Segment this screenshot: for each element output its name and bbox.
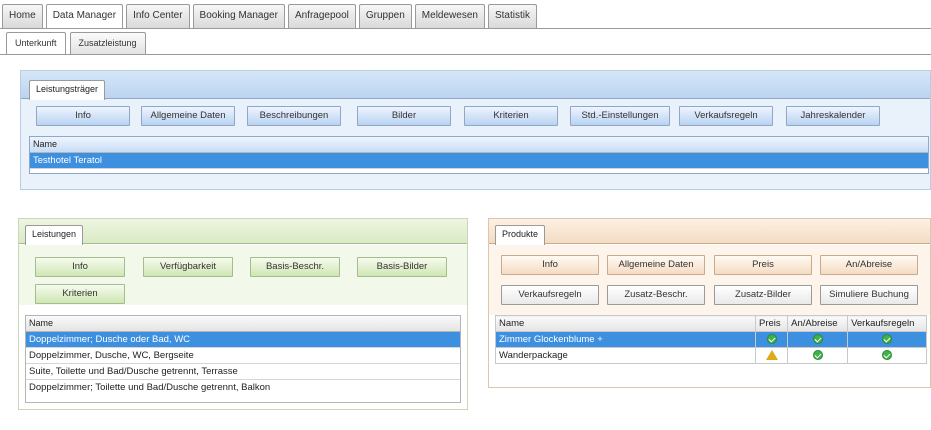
basis-beschr-button[interactable]: Basis-Beschr. <box>250 257 340 277</box>
leistungstraeger-tab[interactable]: Leistungsträger <box>29 80 106 100</box>
preis-button[interactable]: Preis <box>714 255 812 275</box>
tab-data-manager[interactable]: Data Manager <box>45 4 124 28</box>
zusatz-bilder-button[interactable]: Zusatz-Bilder <box>714 285 812 305</box>
info-button[interactable]: Info <box>36 106 130 126</box>
tab-info-center[interactable]: Info Center <box>126 4 190 28</box>
jahreskalender-button[interactable]: Jahreskalender <box>786 106 880 126</box>
leistungstraeger-list: Name Testhotel Teratol <box>29 136 929 174</box>
verkaufsregeln-button[interactable]: Verkaufsregeln <box>679 106 773 126</box>
leistungstraeger-panel: Leistungsträger Info Allgemeine Daten Be… <box>20 70 931 190</box>
produkte-table: Name Preis An/Abreise Verkaufsregeln Zim… <box>495 315 927 364</box>
info-button[interactable]: Info <box>501 255 599 275</box>
allgemeine-daten-button[interactable]: Allgemeine Daten <box>141 106 235 126</box>
status-cell <box>754 347 789 364</box>
basis-bilder-button[interactable]: Basis-Bilder <box>357 257 447 277</box>
sub-tab-bar: Unterkunft Zusatzleistung <box>6 32 146 54</box>
list-item[interactable]: Doppelzimmer, Dusche, WC, Bergseite <box>26 348 460 364</box>
leistungen-list: Name Doppelzimmer; Dusche oder Bad, WC D… <box>25 315 461 403</box>
tab-meldewesen[interactable]: Meldewesen <box>414 4 485 28</box>
status-cell <box>754 331 789 348</box>
kriterien-button[interactable]: Kriterien <box>35 284 125 304</box>
verkaufsregeln-button[interactable]: Verkaufsregeln <box>501 285 599 305</box>
tab-gruppen[interactable]: Gruppen <box>358 4 412 28</box>
an-abreise-button[interactable]: An/Abreise <box>820 255 918 275</box>
main-tab-bar: Home Data Manager Info Center Booking Ma… <box>2 4 537 28</box>
divider <box>0 54 931 55</box>
check-icon <box>882 334 893 345</box>
warning-icon <box>765 350 778 361</box>
product-name: Zimmer Glockenblume + <box>495 331 756 348</box>
column-header-verkaufsregeln[interactable]: Verkaufsregeln <box>847 315 927 332</box>
column-header-preis[interactable]: Preis <box>754 315 789 332</box>
divider <box>0 28 931 29</box>
tab-zusatzleistung[interactable]: Zusatzleistung <box>69 32 146 54</box>
kriterien-button[interactable]: Kriterien <box>464 106 558 126</box>
status-cell <box>787 331 849 348</box>
column-header-name[interactable]: Name <box>26 316 460 332</box>
status-cell <box>787 347 849 364</box>
tab-statistik[interactable]: Statistik <box>487 4 537 28</box>
verfuegbarkeit-button[interactable]: Verfügbarkeit <box>143 257 233 277</box>
zusatz-beschr-button[interactable]: Zusatz-Beschr. <box>607 285 705 305</box>
allgemeine-daten-button[interactable]: Allgemeine Daten <box>607 255 705 275</box>
table-row[interactable]: Zimmer Glockenblume + <box>495 331 927 348</box>
tab-booking-manager[interactable]: Booking Manager <box>192 4 285 28</box>
tab-home[interactable]: Home <box>2 4 43 28</box>
column-header-name[interactable]: Name <box>30 137 928 153</box>
simuliere-buchung-button[interactable]: Simuliere Buchung <box>820 285 918 305</box>
info-button[interactable]: Info <box>35 257 125 277</box>
tab-unterkunft[interactable]: Unterkunft <box>6 32 66 54</box>
std-einstellungen-button[interactable]: Std.-Einstellungen <box>570 106 670 126</box>
list-item[interactable]: Doppelzimmer; Toilette und Bad/Dusche ge… <box>26 380 460 396</box>
list-item[interactable]: Doppelzimmer; Dusche oder Bad, WC <box>26 332 460 348</box>
beschreibungen-button[interactable]: Beschreibungen <box>247 106 341 126</box>
status-cell <box>847 347 927 364</box>
list-item[interactable]: Testhotel Teratol <box>30 153 928 169</box>
leistungen-tab[interactable]: Leistungen <box>25 225 84 245</box>
check-icon <box>812 350 823 361</box>
check-icon <box>812 334 823 345</box>
leistungen-panel: Leistungen Info Verfügbarkeit Basis-Besc… <box>18 218 468 410</box>
bilder-button[interactable]: Bilder <box>357 106 451 126</box>
check-icon <box>882 350 893 361</box>
product-name: Wanderpackage <box>495 347 756 364</box>
produkte-panel: Produkte Info Allgemeine Daten Preis An/… <box>488 218 931 388</box>
column-header-an-abreise[interactable]: An/Abreise <box>787 315 849 332</box>
tab-anfragepool[interactable]: Anfragepool <box>287 4 356 28</box>
produkte-tab[interactable]: Produkte <box>495 225 546 245</box>
check-icon <box>766 334 777 345</box>
list-item[interactable]: Suite, Toilette und Bad/Dusche getrennt,… <box>26 364 460 380</box>
table-row[interactable]: Wanderpackage <box>495 347 927 364</box>
status-cell <box>847 331 927 348</box>
column-header-name[interactable]: Name <box>495 315 756 332</box>
